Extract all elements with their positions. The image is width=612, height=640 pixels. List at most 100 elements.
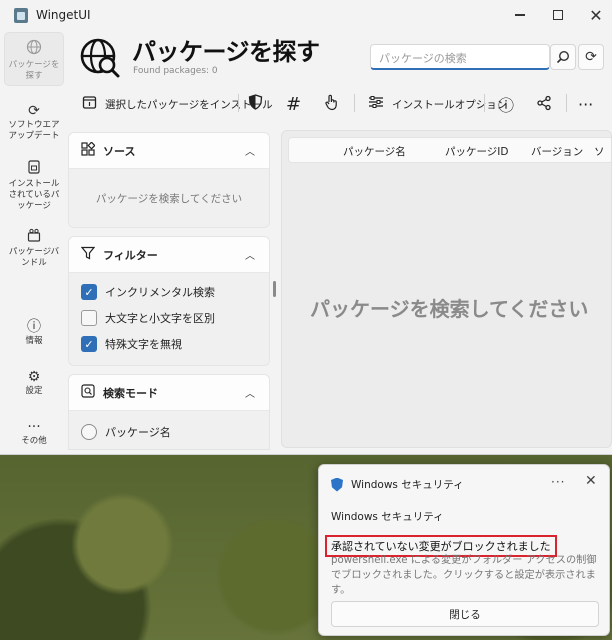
sliders-icon bbox=[368, 95, 384, 113]
panel-scrollbar-thumb[interactable] bbox=[273, 281, 276, 297]
info-icon: ⓘ bbox=[27, 319, 41, 335]
search-icon bbox=[556, 50, 570, 64]
checkbox-checked[interactable]: ✓ bbox=[81, 336, 97, 352]
filter-case-sensitive[interactable]: 大文字と小文字を区別 bbox=[69, 305, 269, 331]
shield-icon bbox=[331, 477, 343, 492]
title-bar[interactable]: WingetUI ✕ bbox=[0, 0, 612, 32]
minimize-icon bbox=[515, 14, 525, 16]
filter-label: 特殊文字を無視 bbox=[105, 338, 182, 351]
nav-label-about: 情報 bbox=[25, 336, 43, 346]
globe-search-icon bbox=[78, 36, 122, 80]
column-header-name[interactable]: パッケージ名 bbox=[343, 144, 406, 159]
nav-label-discover: パッケージを探す bbox=[8, 60, 60, 81]
interactive-install-button[interactable] bbox=[324, 92, 347, 116]
toolbar-divider bbox=[238, 94, 239, 112]
sources-panel: ソース ︿ パッケージを検索してください bbox=[68, 132, 270, 228]
filters-header[interactable]: フィルター ︿ bbox=[69, 237, 269, 273]
info-icon: ⓘ bbox=[498, 96, 515, 115]
nav-item-about[interactable]: ⓘ 情報 bbox=[4, 312, 64, 348]
search-icon bbox=[81, 383, 95, 402]
sources-empty-text: パッケージを検索してください bbox=[69, 169, 269, 227]
nav-item-more[interactable]: ··· その他 bbox=[4, 412, 64, 448]
filters-body: ✓ インクリメンタル検索 大文字と小文字を区別 ✓ 特殊文字を無視 bbox=[69, 273, 269, 365]
install-options-label: インストールオプション bbox=[392, 98, 508, 111]
column-header-id[interactable]: パッケージID bbox=[445, 144, 508, 159]
maximize-icon bbox=[553, 10, 563, 20]
toolbar: 選択したパッケージをインストール # インストールオプション ⓘ ··· bbox=[70, 88, 612, 118]
reload-icon: ⟳ bbox=[585, 49, 597, 65]
install-selected-button[interactable]: 選択したパッケージをインストール bbox=[82, 92, 273, 116]
search-mode-option-name[interactable]: パッケージ名 bbox=[69, 417, 269, 447]
filter-incremental-search[interactable]: ✓ インクリメンタル検索 bbox=[69, 279, 269, 305]
search-mode-panel: 検索モード ︿ パッケージ名 bbox=[68, 374, 270, 450]
search-input[interactable]: パッケージの検索 bbox=[370, 44, 550, 70]
search-mode-header[interactable]: 検索モード ︿ bbox=[69, 375, 269, 411]
radio-button[interactable] bbox=[81, 424, 97, 440]
search-button[interactable] bbox=[550, 44, 576, 70]
table-header: パッケージ名 パッケージID バージョン ソ bbox=[288, 137, 611, 163]
nav-label-updates: ソフトウエアアップデート bbox=[8, 120, 60, 141]
checkbox-unchecked[interactable] bbox=[81, 310, 97, 326]
filter-icon bbox=[80, 246, 96, 264]
hash-icon: # bbox=[286, 93, 302, 115]
nav-item-updates[interactable]: ⟳ ソフトウエアアップデート bbox=[4, 96, 64, 146]
toast-app-name: Windows セキュリティ bbox=[351, 479, 464, 491]
chevron-up-icon[interactable]: ︿ bbox=[245, 143, 255, 158]
page-title: パッケージを探す bbox=[132, 38, 320, 66]
toolbar-divider bbox=[484, 94, 485, 112]
sidebar-nav: パッケージを探す ⟳ ソフトウエアアップデート インストールされているパッケージ… bbox=[0, 30, 66, 455]
bundle-icon bbox=[27, 228, 41, 247]
more-icon: ··· bbox=[578, 94, 594, 114]
install-icon bbox=[82, 95, 97, 114]
toolbar-divider bbox=[566, 94, 567, 112]
share-icon bbox=[536, 95, 552, 114]
nav-item-bundles[interactable]: パッケージバンドル bbox=[4, 222, 64, 272]
share-button[interactable] bbox=[536, 92, 552, 116]
hand-pointer-icon bbox=[324, 94, 339, 115]
column-header-source[interactable]: ソ bbox=[594, 144, 605, 159]
sources-icon bbox=[81, 140, 96, 160]
search-mode-option-label: パッケージ名 bbox=[105, 426, 171, 439]
nav-item-installed[interactable]: インストールされているパッケージ bbox=[4, 154, 64, 214]
results-empty-text: パッケージを検索してください bbox=[310, 297, 589, 321]
sources-header[interactable]: ソース ︿ bbox=[69, 133, 269, 169]
filters-title: フィルター bbox=[103, 248, 158, 262]
results-table: パッケージ名 パッケージID バージョン ソ パッケージを検索してください bbox=[281, 130, 612, 448]
filter-label: インクリメンタル検索 bbox=[105, 286, 215, 299]
app-icon bbox=[14, 8, 28, 23]
toolbar-divider bbox=[354, 94, 355, 112]
filters-panel: フィルター ︿ ✓ インクリメンタル検索 大文字と小文字を区別 ✓ 特殊文字を無… bbox=[68, 236, 270, 366]
nav-label-bundles: パッケージバンドル bbox=[8, 247, 60, 268]
toast-close-button[interactable]: ✕ bbox=[585, 473, 597, 489]
shield-icon bbox=[248, 94, 263, 114]
package-details-button[interactable]: ⓘ bbox=[498, 92, 514, 116]
column-header-version[interactable]: バージョン bbox=[531, 144, 583, 159]
security-toast[interactable]: Windows セキュリティ ··· ✕ Windows セキュリティ 承認され… bbox=[318, 464, 610, 636]
chevron-up-icon[interactable]: ︿ bbox=[245, 247, 255, 262]
install-options-button[interactable]: インストールオプション bbox=[368, 92, 507, 116]
app-title: WingetUI bbox=[36, 8, 91, 22]
toast-more-button[interactable]: ··· bbox=[551, 475, 565, 489]
sources-title: ソース bbox=[103, 144, 136, 158]
close-button[interactable]: ✕ bbox=[574, 0, 612, 30]
found-packages-count: Found packages: 0 bbox=[133, 66, 218, 76]
globe-icon bbox=[26, 39, 42, 60]
installed-icon bbox=[27, 160, 41, 179]
package-id-button[interactable]: # bbox=[286, 92, 301, 116]
toast-header: Windows セキュリティ bbox=[331, 511, 444, 523]
admin-install-button[interactable] bbox=[248, 92, 271, 116]
nav-item-settings[interactable]: ⚙ 設定 bbox=[4, 362, 64, 398]
more-options-button[interactable]: ··· bbox=[578, 92, 593, 116]
nav-item-discover[interactable]: パッケージを探す bbox=[4, 32, 64, 86]
nav-label-installed: インストールされているパッケージ bbox=[8, 179, 60, 211]
toast-body: powershell.exe による変更がフォルダー アクセスの制御でブロックさ… bbox=[331, 555, 597, 596]
toast-dismiss-button[interactable]: 閉じる bbox=[331, 601, 599, 627]
chevron-up-icon[interactable]: ︿ bbox=[245, 385, 255, 400]
filter-ignore-special-chars[interactable]: ✓ 特殊文字を無視 bbox=[69, 331, 269, 357]
checkbox-checked[interactable]: ✓ bbox=[81, 284, 97, 300]
search-mode-title: 検索モード bbox=[103, 386, 158, 400]
toast-app-row: Windows セキュリティ bbox=[331, 477, 464, 492]
nav-label-more: その他 bbox=[21, 436, 47, 446]
search-mode-body: パッケージ名 bbox=[69, 411, 269, 449]
reload-button[interactable]: ⟳ bbox=[578, 44, 604, 70]
